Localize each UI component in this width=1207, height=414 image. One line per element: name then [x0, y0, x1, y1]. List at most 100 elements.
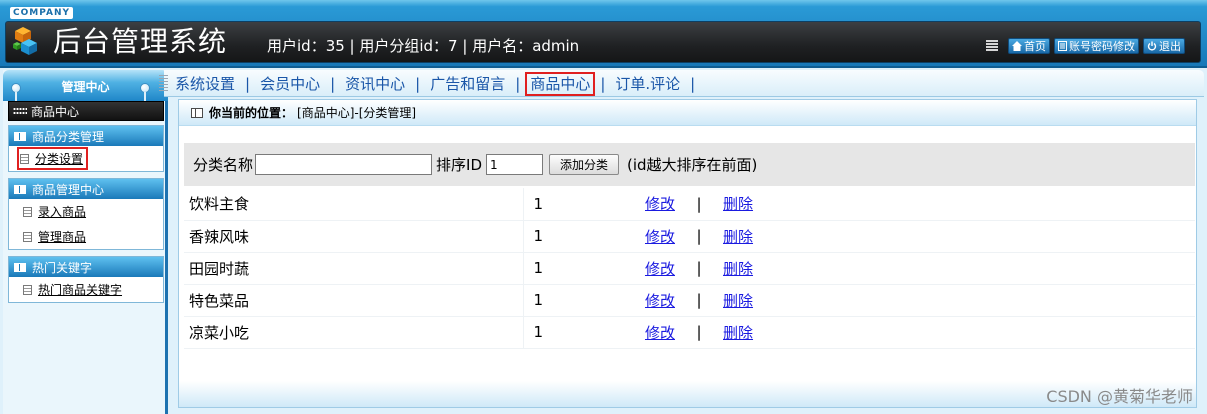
user-info: 用户id：35 | 用户分组id：7 | 用户名：admin — [267, 37, 580, 55]
list-icon — [986, 40, 998, 52]
tab-news-center[interactable]: 资讯中心 — [342, 74, 408, 94]
tab-ads-messages[interactable]: 广告和留言 — [427, 74, 508, 94]
delete-link[interactable]: 删除 — [723, 195, 753, 213]
table-row: 饮料主食 1 修改 | 删除 — [184, 188, 1195, 221]
category-order: 1 — [523, 316, 613, 349]
menu-group-title: 商品管理中心 — [32, 182, 105, 197]
breadcrumb: 你当前的位置： [商品中心]-[分类管理] — [179, 100, 1196, 126]
tab-orders-comments[interactable]: 订单.评论 — [612, 74, 683, 94]
edit-cell: 修改 — [613, 284, 675, 317]
edit-link[interactable]: 修改 — [645, 292, 675, 310]
document-icon — [23, 206, 32, 217]
edit-link[interactable]: 修改 — [645, 324, 675, 342]
category-name: 田园时蔬 — [184, 252, 524, 285]
table-row: 特色菜品 1 修改 | 删除 — [184, 284, 1195, 317]
menu-group-keywords: 热门关键字 热门商品关键字 — [8, 256, 164, 303]
home-icon — [1012, 41, 1022, 51]
sidebar-item-label[interactable]: 管理商品 — [38, 228, 86, 245]
link-separator: | — [675, 188, 723, 221]
menu-group-head[interactable]: 商品管理中心 — [9, 179, 163, 199]
document-icon — [1058, 41, 1067, 51]
category-order: 1 — [523, 220, 613, 253]
table-row: 田园时蔬 1 修改 | 删除 — [184, 252, 1195, 285]
category-name-label: 分类名称 — [193, 156, 254, 174]
category-name: 凉菜小吃 — [184, 316, 524, 349]
logout-button[interactable]: 退出 — [1143, 38, 1185, 54]
breadcrumb-label: 你当前的位置： — [209, 106, 294, 120]
category-name-input[interactable] — [255, 154, 433, 175]
sidebar-item-category-settings[interactable]: 分类设置 — [9, 146, 163, 171]
current-module-label: 商品中心 — [31, 104, 80, 119]
link-separator: | — [675, 220, 723, 253]
logout-label: 退出 — [1159, 40, 1181, 53]
password-change-button[interactable]: 账号密码修改 — [1054, 38, 1139, 54]
link-separator: | — [675, 316, 723, 349]
highlight-box: 分类设置 — [16, 147, 89, 170]
category-table: 饮料主食 1 修改 | 删除 香辣风味 1 修改 | 删除 田园时蔬 1 修改 … — [184, 188, 1195, 349]
nav-separator: | — [330, 75, 336, 93]
delete-link[interactable]: 删除 — [723, 260, 753, 278]
system-title: 后台管理系统 — [53, 25, 228, 58]
content-panel: 你当前的位置： [商品中心]-[分类管理] 分类名称 排序ID 添加分类 (id… — [178, 99, 1197, 408]
delete-cell: 删除 — [723, 284, 1195, 317]
tab-product-center[interactable]: 商品中心 — [525, 72, 596, 96]
link-separator: | — [675, 284, 723, 317]
menu-group-products: 商品管理中心 录入商品 管理商品 — [8, 178, 164, 250]
edit-cell: 修改 — [613, 188, 675, 221]
nav-items: 系统设置 | 会员中心 | 资讯中心 | 广告和留言 | 商品中心 | 订单.评… — [172, 72, 702, 96]
category-name: 特色菜品 — [184, 284, 524, 317]
sidebar-item-add-product[interactable]: 录入商品 — [9, 199, 163, 224]
sidebar-item-manage-products[interactable]: 管理商品 — [9, 224, 163, 249]
current-module: 商品中心 — [8, 101, 164, 121]
window-icon — [191, 107, 203, 118]
category-order: 1 — [523, 284, 613, 317]
menu-group-title: 热门关键字 — [32, 260, 93, 275]
delete-link[interactable]: 删除 — [723, 292, 753, 310]
delete-cell: 删除 — [723, 220, 1195, 253]
nav-separator: | — [690, 75, 696, 93]
delete-link[interactable]: 删除 — [723, 324, 753, 342]
cubes-logo-icon — [13, 27, 37, 55]
book-icon — [14, 262, 26, 272]
main-nav: 系统设置 | 会员中心 | 资讯中心 | 广告和留言 | 商品中心 | 订单.评… — [159, 70, 1204, 97]
book-icon — [14, 184, 26, 194]
edit-link[interactable]: 修改 — [645, 195, 675, 213]
sidebar: 管理中心 商品中心 商品分类管理 分类设置 商品管理中心 录入商品 管理商品 热… — [3, 70, 168, 414]
top-links: 首页 账号密码修改 退出 — [986, 37, 1185, 55]
content-footer — [179, 381, 1196, 407]
edit-link[interactable]: 修改 — [645, 260, 675, 278]
category-order: 1 — [523, 252, 613, 285]
sidebar-item-label[interactable]: 录入商品 — [38, 203, 86, 220]
edit-link[interactable]: 修改 — [645, 228, 675, 246]
nav-separator: | — [245, 75, 251, 93]
tab-member-center[interactable]: 会员中心 — [257, 74, 323, 94]
home-label: 首页 — [1024, 40, 1046, 53]
delete-cell: 删除 — [723, 252, 1195, 285]
home-button[interactable]: 首页 — [1008, 38, 1050, 54]
tab-system-settings[interactable]: 系统设置 — [172, 74, 238, 94]
category-name: 饮料主食 — [184, 188, 524, 221]
menu-group-head[interactable]: 商品分类管理 — [9, 126, 163, 146]
document-icon — [20, 153, 29, 164]
sidebar-item-label[interactable]: 热门商品关键字 — [38, 281, 122, 298]
category-order: 1 — [523, 188, 613, 221]
order-hint: (id越大排序在前面) — [627, 156, 758, 174]
add-category-button[interactable]: 添加分类 — [549, 154, 620, 175]
password-change-label: 账号密码修改 — [1069, 40, 1135, 53]
delete-link[interactable]: 删除 — [723, 228, 753, 246]
menu-group-head[interactable]: 热门关键字 — [9, 257, 163, 277]
edit-cell: 修改 — [613, 252, 675, 285]
order-id-label: 排序ID — [436, 156, 482, 174]
add-category-form: 分类名称 排序ID 添加分类 (id越大排序在前面) — [184, 143, 1195, 186]
edit-cell: 修改 — [613, 220, 675, 253]
category-name: 香辣风味 — [184, 220, 524, 253]
edit-cell: 修改 — [613, 316, 675, 349]
sidebar-item-hot-keywords[interactable]: 热门商品关键字 — [9, 277, 163, 302]
sidebar-item-label[interactable]: 分类设置 — [35, 150, 83, 167]
table-row: 凉菜小吃 1 修改 | 删除 — [184, 316, 1195, 349]
document-icon — [23, 284, 32, 295]
nav-separator: | — [515, 75, 521, 93]
document-icon — [23, 231, 32, 242]
delete-cell: 删除 — [723, 316, 1195, 349]
order-id-input[interactable] — [486, 154, 543, 175]
